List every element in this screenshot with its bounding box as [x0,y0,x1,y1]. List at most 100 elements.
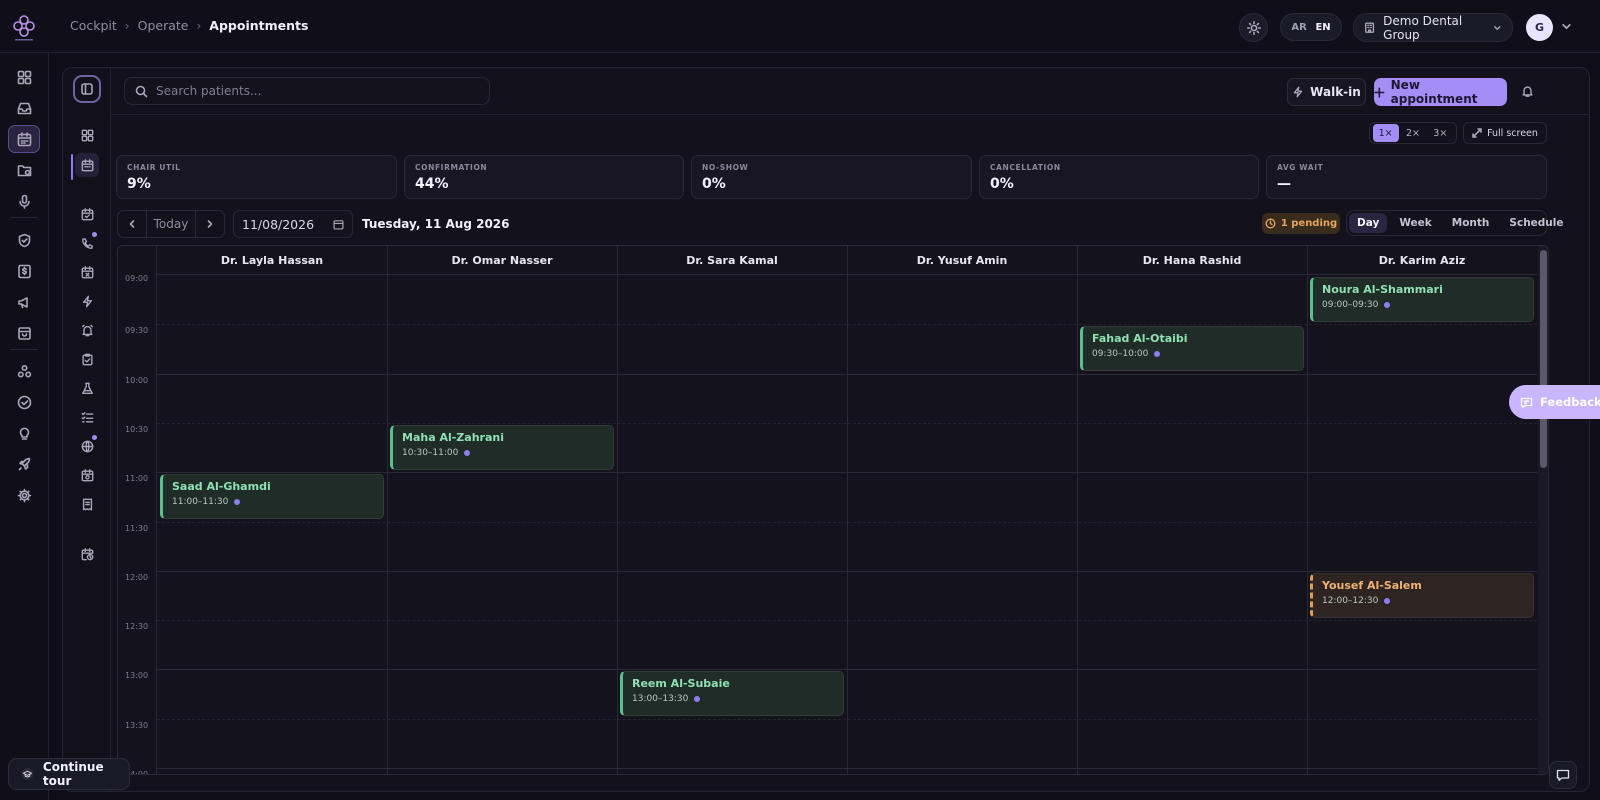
theme-toggle-button[interactable] [1239,13,1268,42]
nav-store-icon[interactable] [8,319,40,347]
time-gridline [157,373,1537,375]
nav-megaphone-icon[interactable] [8,288,40,316]
time-label: 09:30 [125,326,149,336]
continue-tour-button[interactable]: Continue tour [8,758,130,790]
scrollbar[interactable] [1538,246,1548,774]
date-input[interactable]: 11/08/2026 [233,210,353,238]
kpi-value: 0% [702,176,726,192]
new-appointment-button[interactable]: New appointment [1374,78,1507,106]
breadcrumb-cockpit[interactable]: Cockpit [70,18,117,33]
subnav-calendar-clock-icon[interactable] [75,542,99,566]
notification-dot [92,435,97,440]
nav-check-circle-icon[interactable] [8,388,40,416]
view-week-tab[interactable]: Week [1391,213,1439,233]
view-month-tab[interactable]: Month [1444,213,1498,233]
nav-shield-icon[interactable] [8,226,40,254]
search-input[interactable]: Search patients... [124,77,490,105]
time-gridline [157,422,1537,424]
fullscreen-button[interactable]: Full screen [1463,122,1547,144]
time-label: 12:30 [125,622,149,632]
view-day-tab[interactable]: Day [1349,213,1388,233]
appointment-card[interactable]: Reem Al-Subaie 13:00–13:30 [620,671,844,717]
subnav-calendar-sync-icon[interactable] [75,463,99,487]
nav-billing-icon[interactable] [8,257,40,285]
app-logo-icon[interactable] [9,11,39,43]
avatar[interactable]: G [1526,14,1553,41]
appointment-card[interactable]: Saad Al-Ghamdi 11:00–11:30 [160,474,384,520]
time-gridline [157,669,1537,671]
subnav-globe-icon[interactable] [75,434,99,458]
subnav-phone-icon[interactable] [75,231,99,255]
nav-calendar-icon[interactable] [8,125,40,153]
nav-dashboard-icon[interactable] [8,63,40,91]
kpi-value: 44% [415,176,449,192]
appointment-card[interactable]: Noura Al-Shammari 09:00–09:30 [1310,277,1534,322]
column-divider [387,246,388,774]
language-switch[interactable]: AR EN [1280,13,1342,41]
doctor-column-header: Dr. Omar Nasser [387,246,617,275]
time-gridline [157,324,1537,326]
nav-inbox-icon[interactable] [8,94,40,122]
subnav-checklist-icon[interactable] [75,405,99,429]
sun-icon [1246,20,1261,35]
time-label: 12:00 [125,572,149,582]
breadcrumb-operate[interactable]: Operate [138,18,189,33]
nav-divider [10,349,38,350]
pending-badge[interactable]: 1 pending [1262,213,1340,234]
next-day-button[interactable] [196,211,224,237]
subnav-appointments-icon[interactable] [75,153,99,177]
zoom-2x-option[interactable]: 2× [1400,124,1426,142]
today-button[interactable]: Today [146,211,196,237]
org-selector[interactable]: Demo Dental Group [1353,13,1513,42]
user-menu-chevron-icon[interactable] [1561,21,1572,32]
zoom-1x-option[interactable]: 1× [1372,124,1399,142]
kpi-chair-util: CHAIR UTIL 9% [116,155,397,199]
scrollbar-thumb[interactable] [1540,250,1547,468]
kpi-label: CHAIR UTIL [127,163,181,172]
lang-en-option[interactable]: EN [1315,22,1330,33]
subnav-alarm-icon[interactable] [75,318,99,342]
collapse-sidebar-button[interactable] [73,75,101,103]
chat-button[interactable] [1549,761,1577,789]
appointment-card[interactable]: Fahad Al-Otaibi 09:30–10:00 [1080,326,1304,372]
fullscreen-label: Full screen [1487,127,1538,139]
sidebar-toggle-icon [81,83,93,95]
walkin-label: Walk-in [1310,85,1361,99]
appointments-panel: Search patients... Walk-in New appointme… [62,67,1590,792]
subnav-clipboard-icon[interactable] [75,347,99,371]
appointment-time-text: 10:30–11:00 [402,447,459,458]
feedback-button[interactable]: Feedback [1509,385,1600,419]
nav-settings-icon[interactable] [8,481,40,509]
walkin-button[interactable]: Walk-in [1287,78,1366,106]
status-dot-icon [694,696,701,703]
subnav-lightning-icon[interactable] [75,289,99,313]
schedule-grid: 09:00 09:30 10:00 10:30 11:00 11:30 12:00 12:30… [117,245,1549,775]
nav-microphone-icon[interactable] [8,187,40,215]
subnav-overview-icon[interactable] [75,123,99,147]
lightning-icon [1293,86,1303,98]
bell-icon[interactable] [1521,84,1534,98]
zoom-3x-option[interactable]: 3× [1427,124,1453,142]
calendar-picker-icon[interactable] [333,219,344,230]
subnav-receipt-icon[interactable] [75,492,99,516]
nav-integrations-icon[interactable] [8,357,40,385]
appointment-time-text: 11:00–11:30 [172,497,229,508]
subnav-flask-icon[interactable] [75,376,99,400]
subnav-calendar-x-icon[interactable] [75,260,99,284]
main-nav-rail [0,53,49,800]
chevron-right-icon [207,220,213,228]
nav-rocket-icon[interactable] [8,450,40,478]
prev-day-button[interactable] [118,211,146,237]
appointment-card[interactable]: Maha Al-Zahrani 10:30–11:00 [390,424,614,470]
appointment-time-text: 12:00–12:30 [1322,595,1379,606]
subnav-calendar-icon[interactable] [75,202,99,226]
date-toolbar: Today 11/08/2026 Tuesday, 11 Aug 2026 1 … [117,210,1564,238]
current-date-label: Tuesday, 11 Aug 2026 [362,217,510,231]
nav-lightbulb-icon[interactable] [8,419,40,447]
appointment-patient: Noura Al-Shammari [1322,283,1443,296]
appointment-card[interactable]: Yousef Al-Salem 12:00–12:30 [1310,572,1534,618]
nav-divider [10,217,38,218]
nav-folder-icon[interactable] [8,156,40,184]
lang-ar-option[interactable]: AR [1291,22,1306,33]
view-schedule-tab[interactable]: Schedule [1501,213,1571,233]
